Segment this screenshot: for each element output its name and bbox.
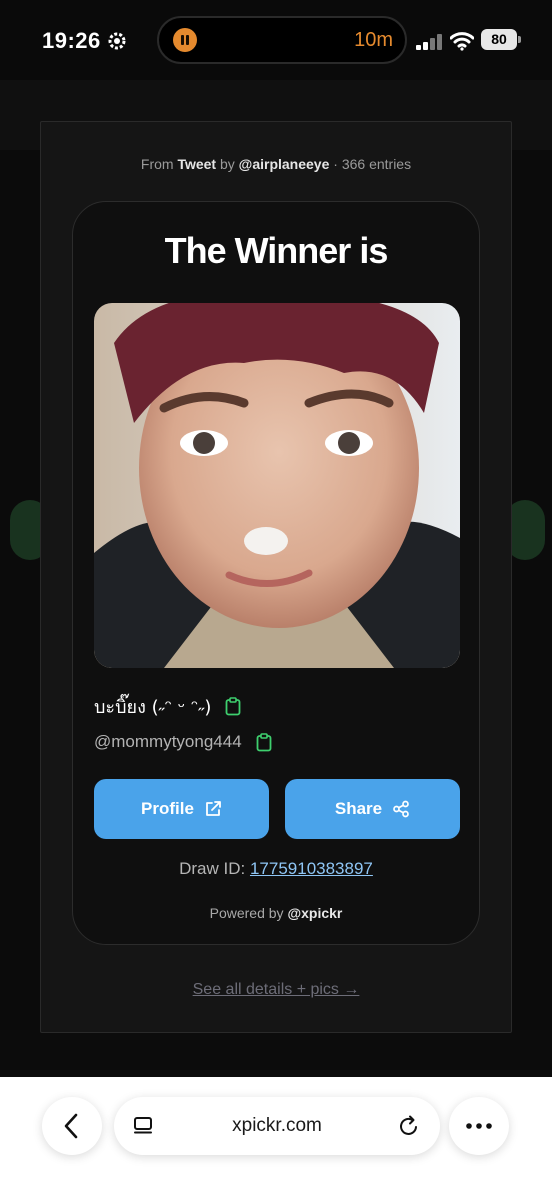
more-button[interactable] bbox=[449, 1097, 509, 1155]
powered-by-brand[interactable]: @xpickr bbox=[287, 905, 342, 921]
dynamic-island[interactable]: 10m bbox=[157, 16, 407, 64]
gear-icon bbox=[108, 32, 126, 50]
source-info: From Tweet by @airplaneeye · 366 entries bbox=[140, 156, 412, 172]
profile-button[interactable]: Profile bbox=[94, 779, 269, 839]
activity-timer: 10m bbox=[354, 29, 393, 51]
powered-by: Powered by @xpickr bbox=[209, 905, 343, 921]
winner-username: @mommytyong444 bbox=[94, 732, 242, 751]
winner-modal: From Tweet by @airplaneeye · 366 entries… bbox=[40, 121, 512, 1033]
entry-count: · 366 entries bbox=[333, 156, 412, 172]
winner-photo bbox=[94, 303, 460, 668]
external-link-icon bbox=[206, 801, 221, 816]
share-icon bbox=[393, 800, 409, 818]
address-bar[interactable]: xpickr.com bbox=[114, 1097, 440, 1155]
signal-icon bbox=[416, 34, 446, 50]
draw-id-link[interactable]: 1775910383897 bbox=[250, 859, 373, 878]
pause-icon[interactable] bbox=[173, 28, 197, 52]
winner-display-name: บะบิ๊ยง (˶ᵔ ᵕ ᵔ˶) bbox=[94, 696, 212, 718]
clipboard-icon[interactable] bbox=[225, 696, 241, 716]
source-account[interactable]: @airplaneeye bbox=[239, 156, 330, 172]
background-footer bbox=[0, 1030, 552, 1078]
winner-name-row: บะบิ๊ยง (˶ᵔ ᵕ ᵔ˶) bbox=[94, 692, 241, 720]
winner-handle-row: @mommytyong444 bbox=[94, 729, 272, 755]
source-type[interactable]: Tweet bbox=[177, 156, 216, 172]
more-icon bbox=[466, 1123, 492, 1129]
winner-title: The Winner is bbox=[164, 230, 389, 271]
winner-card: The Winner is บะบิ๊ยง (˶ᵔ ᵕ ᵔ˶) @mommyty… bbox=[72, 201, 480, 945]
wifi-icon bbox=[450, 32, 474, 51]
status-bar: 19:26 10m 80 bbox=[0, 0, 552, 80]
status-time: 19:26 bbox=[42, 28, 101, 53]
battery-icon: 80 bbox=[481, 29, 521, 50]
browser-toolbar: xpickr.com bbox=[0, 1077, 552, 1200]
share-button[interactable]: Share bbox=[285, 779, 460, 839]
clipboard-icon[interactable] bbox=[256, 732, 272, 752]
see-details-link[interactable]: See all details + pics → bbox=[41, 981, 511, 999]
reload-icon[interactable] bbox=[398, 1114, 420, 1138]
draw-id: Draw ID: 1775910383897 bbox=[179, 859, 373, 878]
url-text: xpickr.com bbox=[232, 1115, 322, 1136]
back-button[interactable] bbox=[42, 1097, 102, 1155]
back-chevron-icon bbox=[64, 1113, 78, 1139]
